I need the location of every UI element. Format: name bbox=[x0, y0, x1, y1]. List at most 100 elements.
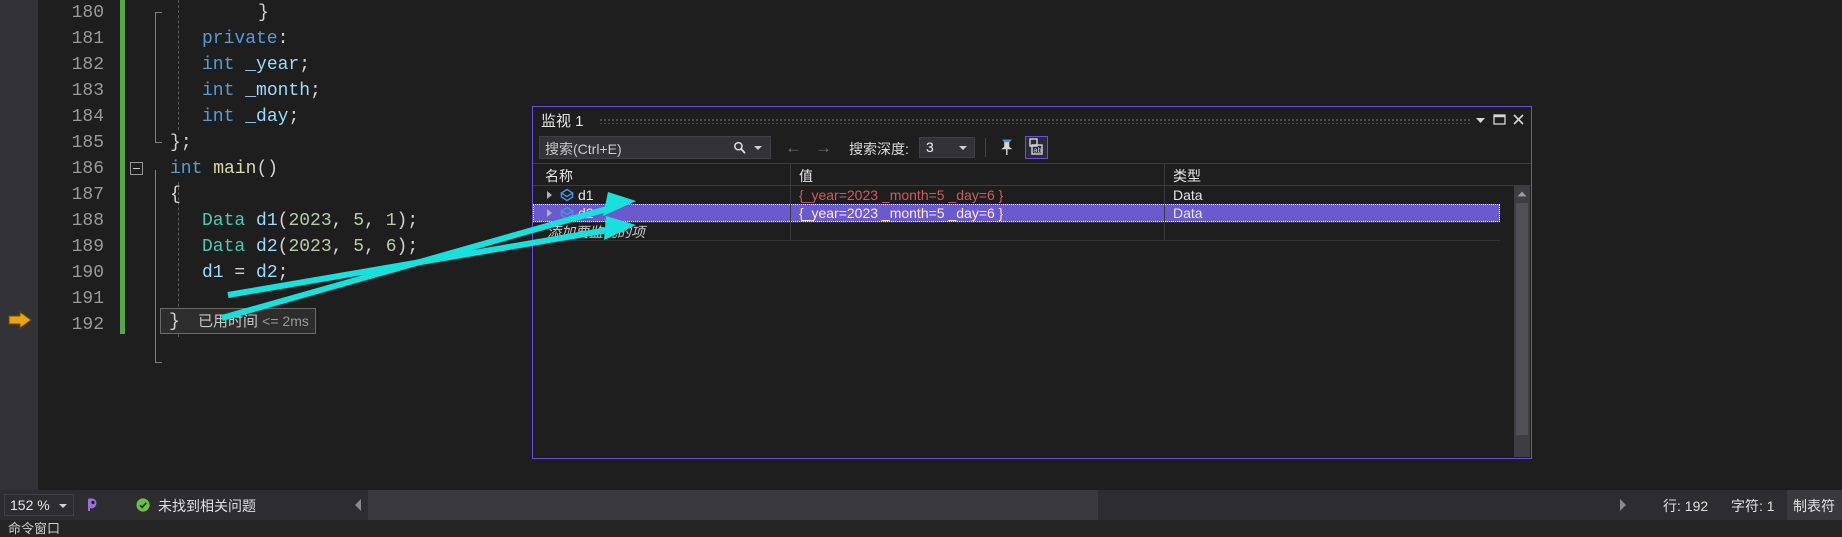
search-icon[interactable] bbox=[732, 140, 748, 156]
table-row[interactable]: d2 {_year=2023 _month=5 _day=6 } Data bbox=[533, 204, 1500, 222]
code-token: ( bbox=[277, 211, 289, 231]
search-prev-button[interactable]: ← bbox=[785, 139, 802, 156]
code-text[interactable]: d1 = d2; bbox=[202, 260, 288, 286]
toolbar-separator bbox=[985, 138, 986, 157]
code-token: int bbox=[202, 55, 235, 75]
code-token: , bbox=[331, 211, 354, 231]
line-number: 182 bbox=[71, 55, 104, 75]
code-line[interactable]: 183 int _month; bbox=[0, 78, 1842, 104]
bottom-window-label[interactable]: 命令窗口 bbox=[8, 518, 60, 537]
code-text[interactable]: int main() bbox=[170, 156, 278, 182]
line-number: 190 bbox=[71, 263, 104, 283]
cell-divider bbox=[1164, 204, 1165, 222]
watch-vertical-scrollbar[interactable] bbox=[1514, 186, 1530, 457]
code-token: } bbox=[170, 133, 181, 153]
line-number: 186 bbox=[71, 159, 104, 179]
code-token: 5 bbox=[353, 237, 365, 257]
object-value-icon bbox=[560, 188, 574, 202]
cell-divider bbox=[790, 222, 791, 240]
code-token: 2023 bbox=[288, 237, 332, 257]
column-header-value[interactable]: 值 bbox=[799, 166, 813, 186]
code-text[interactable]: private: bbox=[202, 26, 288, 52]
line-number: 185 bbox=[71, 133, 104, 153]
code-text[interactable]: Data d1(2023, 5, 1); bbox=[202, 208, 418, 234]
no-issues-found-label: 未找到相关问题 bbox=[158, 498, 256, 514]
code-line[interactable]: 180} bbox=[0, 0, 1842, 26]
add-watch-item-row[interactable]: 添加要监视的项 bbox=[533, 222, 1500, 240]
code-text[interactable]: int _day; bbox=[202, 104, 299, 130]
watch-row-type: Data bbox=[1173, 205, 1203, 221]
search-depth-select[interactable]: 3 bbox=[919, 137, 975, 158]
watch-grid-body[interactable]: d1 {_year=2023 _month=5 _day=6 } Data d2 {_y… bbox=[533, 186, 1531, 457]
line-number: 180 bbox=[71, 3, 104, 23]
cell-divider bbox=[1164, 186, 1165, 204]
code-token: _month bbox=[245, 81, 311, 101]
line-number: 192 bbox=[71, 315, 104, 335]
code-token: 2023 bbox=[288, 211, 332, 231]
code-token: 6 bbox=[385, 237, 397, 257]
visual-studio-debug-screen: 180} 181 private: 182 int _year; 183 int _mont… bbox=[0, 0, 1842, 537]
zoom-level-select[interactable]: 152 % bbox=[4, 494, 74, 516]
status-expand-arrow-icon[interactable] bbox=[1620, 499, 1626, 511]
code-token: ; bbox=[407, 211, 419, 231]
column-header-type[interactable]: 类型 bbox=[1173, 166, 1201, 186]
column-divider-1[interactable] bbox=[790, 164, 791, 187]
code-text[interactable]: int _year; bbox=[202, 52, 310, 78]
expand-arrow-icon[interactable] bbox=[547, 191, 552, 199]
zoom-level-value: 152 % bbox=[10, 497, 50, 513]
search-next-button[interactable]: → bbox=[815, 139, 832, 156]
scroll-up-button[interactable] bbox=[1514, 186, 1530, 202]
line-number: 184 bbox=[71, 107, 104, 127]
watch-row-value[interactable]: {_year=2023 _month=5 _day=6 } bbox=[799, 204, 1003, 222]
expand-arrow-icon[interactable] bbox=[547, 209, 552, 217]
float-window-icon[interactable] bbox=[1491, 111, 1508, 128]
code-line[interactable]: 182 int _year; bbox=[0, 52, 1842, 78]
chevron-down-icon[interactable] bbox=[1472, 111, 1489, 128]
titlebar-drag-handle[interactable] bbox=[599, 118, 1471, 124]
watch-row-name[interactable]: d2 bbox=[578, 204, 594, 222]
code-text[interactable]: { bbox=[170, 182, 181, 208]
code-text[interactable]: Data d2(2023, 5, 6); bbox=[202, 234, 418, 260]
status-collapse-arrow-icon[interactable] bbox=[355, 499, 361, 511]
code-token: ) bbox=[396, 211, 408, 231]
bottom-window-strip[interactable]: 命令窗口 bbox=[0, 520, 1842, 537]
scrollbar-thumb[interactable] bbox=[1516, 203, 1528, 435]
column-header-name[interactable]: 名称 bbox=[545, 166, 573, 186]
column-divider-2[interactable] bbox=[1164, 164, 1165, 187]
watch-row-name[interactable]: d1 bbox=[578, 186, 594, 204]
code-token: , bbox=[364, 237, 386, 257]
close-icon[interactable] bbox=[1510, 111, 1527, 128]
watch-toolbar[interactable]: 搜索(Ctrl+E) ← → 搜索深度: 3 ab bbox=[533, 133, 1531, 163]
status-indent-mode[interactable]: 制表符 bbox=[1793, 496, 1835, 516]
intellicode-icon[interactable] bbox=[82, 495, 102, 515]
code-text[interactable]: } bbox=[258, 0, 269, 26]
elapsed-value: <= 2ms bbox=[262, 313, 309, 329]
show-raw-values-icon[interactable]: ab bbox=[1025, 136, 1048, 159]
chevron-down-icon[interactable] bbox=[959, 146, 967, 150]
watch-window[interactable]: 监视 1 搜索(Ctrl+E) ← → 搜索深度: 3 ab 名称 值 类型 d… bbox=[532, 106, 1532, 459]
code-token: ; bbox=[299, 55, 311, 75]
code-token: Data bbox=[202, 211, 246, 231]
status-bar[interactable]: 152 % 未找到相关问题 行: 192 字符: 1 制表符 bbox=[0, 490, 1842, 520]
search-options-chevron-icon[interactable] bbox=[754, 146, 762, 150]
table-row[interactable]: d1 {_year=2023 _month=5 _day=6 } Data bbox=[533, 186, 1500, 204]
watch-row-value[interactable]: {_year=2023 _month=5 _day=6 } bbox=[799, 186, 1003, 204]
search-input[interactable]: 搜索(Ctrl+E) bbox=[539, 136, 771, 159]
code-token: _year bbox=[245, 55, 300, 75]
watch-window-titlebar[interactable]: 监视 1 bbox=[533, 107, 1531, 133]
code-token: int bbox=[170, 159, 203, 179]
watch-grid-header[interactable]: 名称 值 类型 bbox=[533, 163, 1531, 187]
pin-icon[interactable] bbox=[995, 136, 1018, 159]
code-text[interactable]: }; bbox=[170, 130, 192, 156]
chevron-down-icon[interactable] bbox=[59, 504, 67, 508]
watch-window-title: 监视 1 bbox=[541, 113, 584, 130]
code-line[interactable]: 181 private: bbox=[0, 26, 1842, 52]
elapsed-time-adornment: } 已用时间 <= 2ms bbox=[160, 308, 316, 334]
line-number: 191 bbox=[71, 289, 104, 309]
code-text[interactable]: int _month; bbox=[202, 78, 321, 104]
code-token: , bbox=[364, 211, 386, 231]
